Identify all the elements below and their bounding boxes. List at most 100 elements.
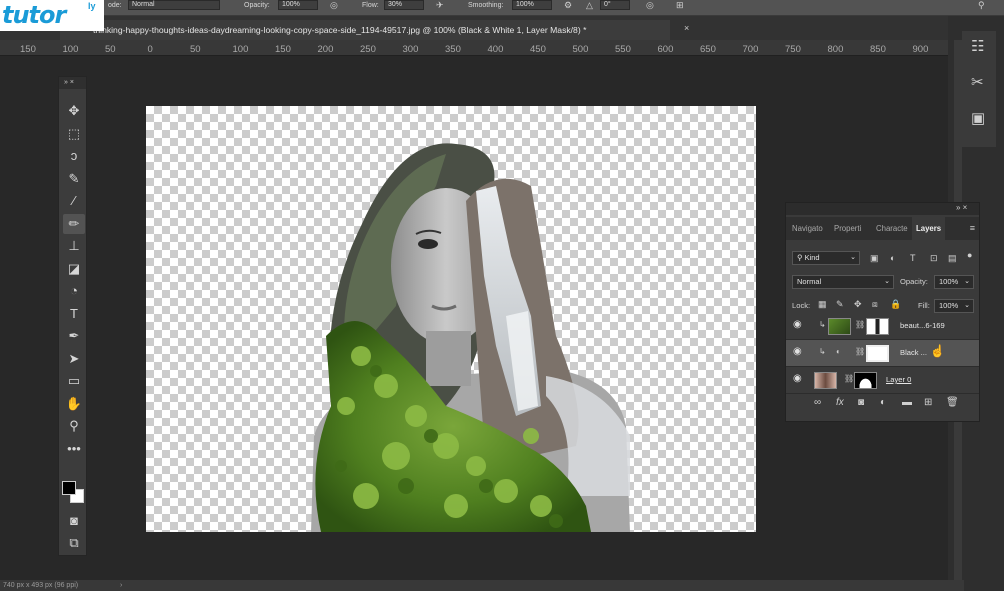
- smoothing-settings-icon[interactable]: ⚙: [564, 0, 572, 11]
- tab-navigator[interactable]: Navigato: [792, 217, 830, 240]
- ruler-tick: 200: [317, 44, 334, 55]
- new-layer-icon[interactable]: ⊞: [924, 397, 932, 408]
- layer-blend-mode-select[interactable]: Normal ⌄: [792, 275, 894, 289]
- screen-mode-icon[interactable]: ⧉: [63, 533, 85, 553]
- clip-arrow-icon: ↳: [819, 320, 826, 329]
- panel-title-strip[interactable]: [786, 203, 979, 215]
- type-tool-icon[interactable]: T: [63, 304, 85, 324]
- lock-transparency-icon[interactable]: ▦: [818, 299, 827, 310]
- symmetry-icon[interactable]: ⊞: [676, 0, 684, 11]
- tab-layers[interactable]: Layers: [912, 217, 946, 240]
- smoothing-field[interactable]: 100%: [512, 0, 552, 10]
- trash-icon[interactable]: 🗑: [946, 397, 959, 408]
- layers-panel-footer: ∞ fx ◙ ◐ ▬ ⊞ 🗑: [786, 393, 979, 417]
- ruler-tick: 150: [275, 44, 291, 55]
- tab-properties[interactable]: Properti: [834, 217, 872, 240]
- pressure-size-icon[interactable]: ◎: [646, 0, 654, 11]
- airbrush-icon[interactable]: ✈: [436, 0, 444, 11]
- stamp-tool-icon[interactable]: ⊥: [63, 236, 85, 256]
- eyedropper-tool-icon[interactable]: ⁄: [63, 191, 85, 211]
- fill-value: 100%: [939, 301, 959, 310]
- document-tab[interactable]: thinking-happy-thoughts-ideas-daydreamin…: [60, 20, 670, 40]
- link-icon[interactable]: ∞: [814, 397, 821, 408]
- rectangle-tool-icon[interactable]: ▭: [63, 371, 85, 391]
- eraser-tool-icon[interactable]: ◪: [63, 259, 85, 279]
- mask-icon[interactable]: ◙: [858, 397, 864, 408]
- ruler-tick: 100: [232, 44, 249, 55]
- layer-row-beauty[interactable]: ◉ ↳ ⛓ beaut...6-169: [786, 313, 979, 340]
- pen-tool-icon[interactable]: ✒: [63, 326, 85, 346]
- layer-opacity-field[interactable]: 100% ⌄: [934, 275, 974, 289]
- pixel-filter-icon[interactable]: ▣: [870, 253, 879, 264]
- blend-mode-select[interactable]: Normal: [128, 0, 220, 10]
- mode-label: ode:: [108, 2, 122, 9]
- ruler-tick: 650: [700, 44, 716, 55]
- status-menu-arrow[interactable]: ›: [120, 580, 122, 591]
- marquee-tool-icon[interactable]: ⬚: [63, 124, 85, 144]
- collapsed-panel-icons: ☷ ✂ ▣: [962, 31, 996, 147]
- burn-tool-icon[interactable]: ◔: [63, 281, 85, 301]
- chain-icon[interactable]: ⛓: [844, 374, 854, 383]
- ruler-tick: 600: [657, 44, 674, 55]
- opacity-field[interactable]: 100%: [278, 0, 318, 10]
- quick-select-tool-icon[interactable]: ✎: [63, 169, 85, 189]
- fill-field[interactable]: 100% ⌄: [934, 299, 974, 313]
- foreground-color-swatch[interactable]: [62, 481, 76, 495]
- lock-all-icon[interactable]: 🔒: [890, 299, 901, 310]
- layer-row-layer0[interactable]: ◉ ⛓ Layer 0: [786, 367, 979, 394]
- tab-character[interactable]: Characte: [876, 217, 914, 240]
- ruler-tick: 550: [615, 44, 631, 55]
- more-tools-icon[interactable]: •••: [63, 439, 85, 459]
- document-canvas[interactable]: [146, 106, 756, 532]
- ruler-tick: 150: [20, 44, 36, 55]
- lock-position-icon[interactable]: ✥: [854, 299, 862, 310]
- libraries-panel-icon[interactable]: ☷: [971, 37, 984, 55]
- folder-icon[interactable]: ▬: [902, 397, 912, 408]
- pressure-opacity-icon[interactable]: ◎: [330, 0, 338, 11]
- shape-filter-icon[interactable]: ⊡: [930, 253, 938, 264]
- filter-toggle-icon[interactable]: ●: [967, 250, 972, 260]
- hand-tool-icon[interactable]: ✋: [63, 394, 85, 414]
- lock-artboard-icon[interactable]: ⧈: [872, 299, 878, 310]
- lasso-tool-icon[interactable]: ↄ: [63, 146, 85, 166]
- logo-superscript: ly: [88, 1, 96, 11]
- zoom-tool-icon[interactable]: ⚲: [63, 416, 85, 436]
- ruler-tick: 50: [105, 44, 116, 55]
- layer-mask-thumbnail[interactable]: [866, 318, 889, 335]
- chain-icon[interactable]: ⛓: [855, 347, 865, 356]
- adjustment-filter-icon[interactable]: ◐: [890, 253, 895, 263]
- close-tab-icon[interactable]: ×: [684, 23, 689, 33]
- layer-mask-thumbnail[interactable]: [854, 372, 877, 389]
- fx-icon[interactable]: fx: [836, 397, 844, 408]
- search-icon[interactable]: ⚲: [978, 0, 985, 11]
- ruler-tick: 100: [62, 44, 79, 55]
- flow-field[interactable]: 30%: [384, 0, 424, 10]
- smart-object-filter-icon[interactable]: ▤: [948, 253, 957, 264]
- ruler-tick: 400: [487, 44, 504, 55]
- lock-pixels-icon[interactable]: ✎: [836, 299, 844, 310]
- layer-row-black-white[interactable]: ◉ ↳ ◐ ⛓ Black ...: [786, 340, 979, 367]
- brush-tool-icon[interactable]: ✏: [63, 213, 85, 234]
- angle-field[interactable]: 0°: [600, 0, 630, 10]
- layer-thumbnail: [828, 318, 851, 335]
- toolbox-header[interactable]: » ×: [59, 77, 86, 89]
- move-tool-icon[interactable]: ✥: [63, 101, 85, 121]
- ruler-tick: 250: [360, 44, 376, 55]
- layer-kind-filter[interactable]: ⚲ Kind ⌄: [792, 251, 860, 265]
- ruler-tick: 0: [147, 44, 153, 55]
- eye-icon[interactable]: ◉: [793, 373, 802, 384]
- eye-icon[interactable]: ◉: [793, 319, 802, 330]
- clip-arrow-icon: ↳: [819, 347, 826, 356]
- panel-menu-icon[interactable]: ≡: [970, 223, 975, 233]
- chain-icon[interactable]: ⛓: [855, 320, 865, 329]
- eye-icon[interactable]: ◉: [793, 346, 802, 357]
- path-select-tool-icon[interactable]: ➤: [63, 349, 85, 369]
- collapse-panel-icon[interactable]: » ×: [956, 203, 967, 212]
- layer-mask-thumbnail[interactable]: [866, 345, 889, 362]
- history-panel-icon[interactable]: ▣: [971, 109, 985, 127]
- type-filter-icon[interactable]: T: [910, 253, 916, 263]
- tool-presets-panel-icon[interactable]: ✂: [971, 73, 984, 91]
- adjustment-icon[interactable]: ◐: [880, 397, 886, 408]
- quick-mask-icon[interactable]: ◙: [63, 511, 85, 531]
- photoshop-window: ode: Normal Opacity: 100% ◎ Flow: 30% ✈ …: [0, 0, 1004, 591]
